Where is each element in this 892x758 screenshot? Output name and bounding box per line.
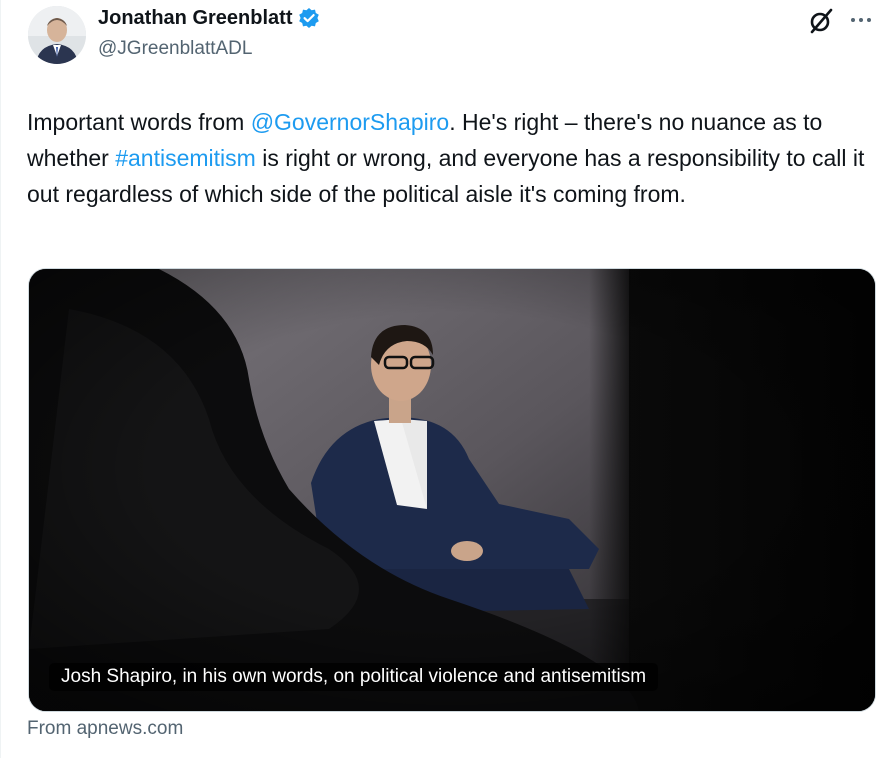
tweet-text-part: Important words from <box>27 109 251 135</box>
tweet-text: Important words from @GovernorShapiro. H… <box>27 104 882 212</box>
link-card[interactable]: Josh Shapiro, in his own words, on polit… <box>28 268 876 712</box>
avatar-image <box>28 6 86 64</box>
timeline-divider <box>0 0 1 758</box>
link-card-image <box>29 269 875 711</box>
grok-icon[interactable] <box>806 6 836 36</box>
mention-link[interactable]: @GovernorShapiro <box>251 109 450 135</box>
hashtag-link[interactable]: #antisemitism <box>115 145 256 171</box>
verified-badge-icon[interactable] <box>298 7 320 29</box>
tweet: Jonathan Greenblatt @JGreenblattADL Impo… <box>0 0 892 758</box>
avatar[interactable] <box>28 6 86 64</box>
more-icon[interactable] <box>844 6 878 34</box>
name-row: Jonathan Greenblatt <box>98 4 320 32</box>
link-card-source[interactable]: From apnews.com <box>27 716 183 742</box>
author-display-name[interactable]: Jonathan Greenblatt <box>98 4 292 32</box>
author-handle[interactable]: @JGreenblattADL <box>98 36 252 62</box>
link-card-title: Josh Shapiro, in his own words, on polit… <box>49 663 659 691</box>
